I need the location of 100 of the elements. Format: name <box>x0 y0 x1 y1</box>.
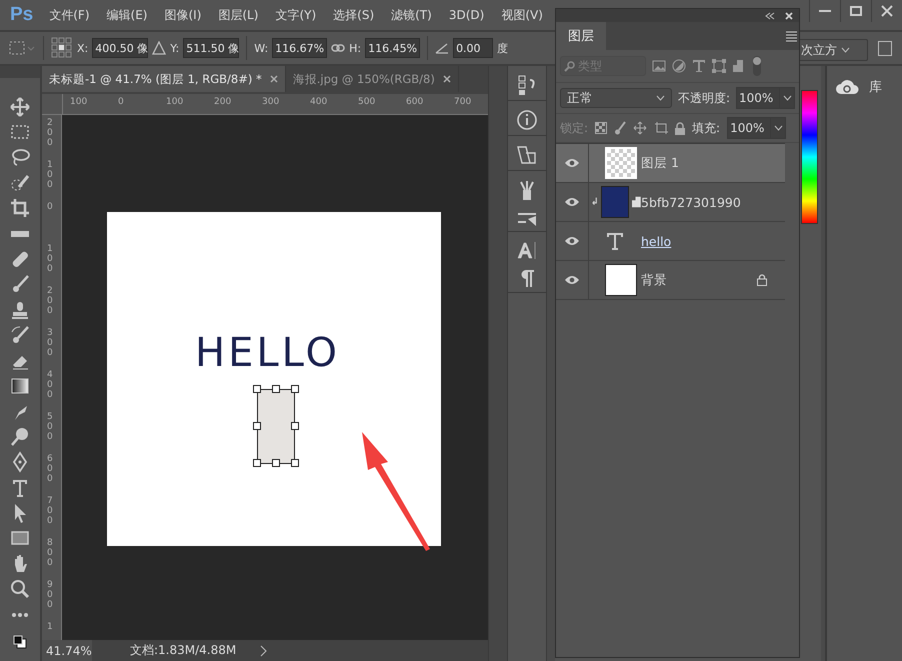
menu-item[interactable]: 图层(L) <box>218 6 258 24</box>
toggle-icon[interactable] <box>752 55 762 77</box>
menu-item[interactable]: 文件(F) <box>49 6 90 24</box>
transform-handle[interactable] <box>253 385 261 393</box>
lock-transparent-icon[interactable] <box>595 122 608 134</box>
ruler-label: 200 <box>214 97 232 107</box>
info-icon[interactable] <box>516 109 538 131</box>
y-field[interactable]: 511.50 像 <box>183 38 240 58</box>
layer-row[interactable]: 5bfb727301990 <box>556 183 785 222</box>
delta-icon[interactable] <box>152 41 166 55</box>
image-thumbnail <box>601 186 630 218</box>
layer-thumbnail <box>605 264 637 296</box>
transform-handle[interactable] <box>272 385 280 393</box>
transform-handle[interactable] <box>253 459 261 467</box>
menu-item[interactable]: 图像(I) <box>164 6 202 24</box>
menu-item[interactable]: 视图(V) <box>501 6 543 24</box>
image-filter-icon[interactable] <box>652 60 666 72</box>
eye-icon[interactable] <box>564 275 580 285</box>
checkbox[interactable] <box>878 41 892 56</box>
layer-name[interactable]: hello <box>641 234 785 248</box>
transform-handle[interactable] <box>291 385 299 393</box>
menu-item[interactable]: 编辑(E) <box>106 6 148 24</box>
h-label: H: <box>349 42 362 54</box>
photo-placeholder[interactable] <box>257 389 295 464</box>
move-icon[interactable] <box>9 96 31 118</box>
library-title[interactable]: 库 <box>869 78 882 96</box>
lock-position-icon[interactable] <box>633 121 648 135</box>
eye-icon[interactable] <box>564 158 580 168</box>
w-field[interactable]: 116.67% <box>272 38 328 58</box>
scrollbar[interactable] <box>488 66 507 661</box>
dodge-icon[interactable] <box>9 426 31 448</box>
lock-all-icon[interactable] <box>675 122 686 134</box>
document-tab[interactable]: 海报.jpg @ 150%(RGB/8) <box>286 66 459 92</box>
ruler-label: 300 <box>262 97 280 107</box>
layer-thumbnail <box>605 147 637 179</box>
smart-object-filter-icon[interactable] <box>732 59 746 73</box>
type-filter-icon[interactable] <box>692 59 706 73</box>
ruler-label: 400 <box>310 97 328 107</box>
ruler-label: 500 <box>358 97 376 107</box>
lock-artboard-icon[interactable] <box>654 121 668 135</box>
ruler-label: 1 <box>47 623 54 633</box>
ruler-label: 100 <box>47 161 54 191</box>
eye-icon[interactable] <box>564 236 580 246</box>
menu-item[interactable]: 选择(S) <box>333 6 374 24</box>
close-icon[interactable] <box>442 75 451 83</box>
menu-item[interactable]: 3D(D) <box>448 8 484 22</box>
reference-point-icon[interactable] <box>51 37 73 59</box>
shape-filter-icon[interactable] <box>712 59 726 73</box>
transform-handle[interactable] <box>272 459 280 467</box>
layer-name[interactable]: 背景 <box>641 272 757 288</box>
lasso-icon[interactable] <box>9 146 31 168</box>
y-label: Y: <box>170 42 180 54</box>
zoom-level[interactable]: 41.74% <box>42 640 92 661</box>
transform-handle[interactable] <box>291 459 299 467</box>
color-spectrum[interactable] <box>801 90 818 224</box>
maximize-icon <box>850 5 862 17</box>
collapse-icon[interactable] <box>765 12 775 20</box>
document-info: 文档:1.83M/4.88M <box>130 642 238 659</box>
x-field[interactable]: 400.50 像 <box>92 38 148 58</box>
opacity-field[interactable]: 100% <box>736 87 795 109</box>
angle-field[interactable]: 0.00 <box>453 38 494 58</box>
chevron-right-icon[interactable] <box>260 644 268 656</box>
transform-handle[interactable] <box>253 422 261 430</box>
ruler-label: 100 <box>47 245 54 275</box>
panel-tab[interactable]: 图层 <box>556 22 606 50</box>
layer-name[interactable]: 图层 1 <box>641 154 785 172</box>
blend-mode-dropdown[interactable]: 正常 <box>560 88 672 108</box>
layer-row[interactable]: 图层 1 <box>556 144 785 183</box>
ruler-label: 0 <box>47 203 54 213</box>
ruler-label: 200 <box>47 287 54 317</box>
menu-item[interactable]: 文字(Y) <box>275 6 316 24</box>
menu-item[interactable]: 滤镜(T) <box>391 6 432 24</box>
fill-field[interactable]: 100% <box>727 117 786 139</box>
ruler-label: 500 <box>47 413 54 443</box>
h-field[interactable]: 116.45% <box>365 38 420 58</box>
link-icon[interactable] <box>331 43 346 53</box>
zoom-icon[interactable] <box>9 578 31 600</box>
smart-object-icon <box>632 196 641 208</box>
opacity-label: 不透明度: <box>678 90 730 106</box>
color-swatch-icon[interactable] <box>13 635 27 650</box>
adjustment-filter-icon[interactable] <box>672 59 686 73</box>
chevron-down-icon <box>656 95 665 101</box>
lock-pixels-icon[interactable] <box>614 121 626 135</box>
close-icon[interactable] <box>785 12 793 20</box>
interpolation-dropdown[interactable]: 次立方 <box>798 39 868 61</box>
eye-icon[interactable] <box>564 197 580 207</box>
layer-name[interactable]: 5bfb727301990 <box>641 194 785 210</box>
ruler-label: 600 <box>47 455 54 485</box>
chevron-down-icon <box>782 95 792 101</box>
x-label: X: <box>77 42 88 54</box>
transform-handle[interactable] <box>291 422 299 430</box>
layer-row[interactable]: hello <box>556 222 785 261</box>
crop-icon[interactable] <box>9 197 31 220</box>
close-icon[interactable] <box>270 75 278 83</box>
ruler-label: 100 <box>70 97 88 107</box>
ruler-label: 800 <box>47 539 54 569</box>
character-icon[interactable] <box>516 240 538 260</box>
document-tab[interactable]: 未标题-1 @ 41.7% (图层 1, RGB/8#) * <box>42 66 286 92</box>
properties-icon[interactable] <box>516 144 538 166</box>
minimize-icon <box>819 10 831 12</box>
